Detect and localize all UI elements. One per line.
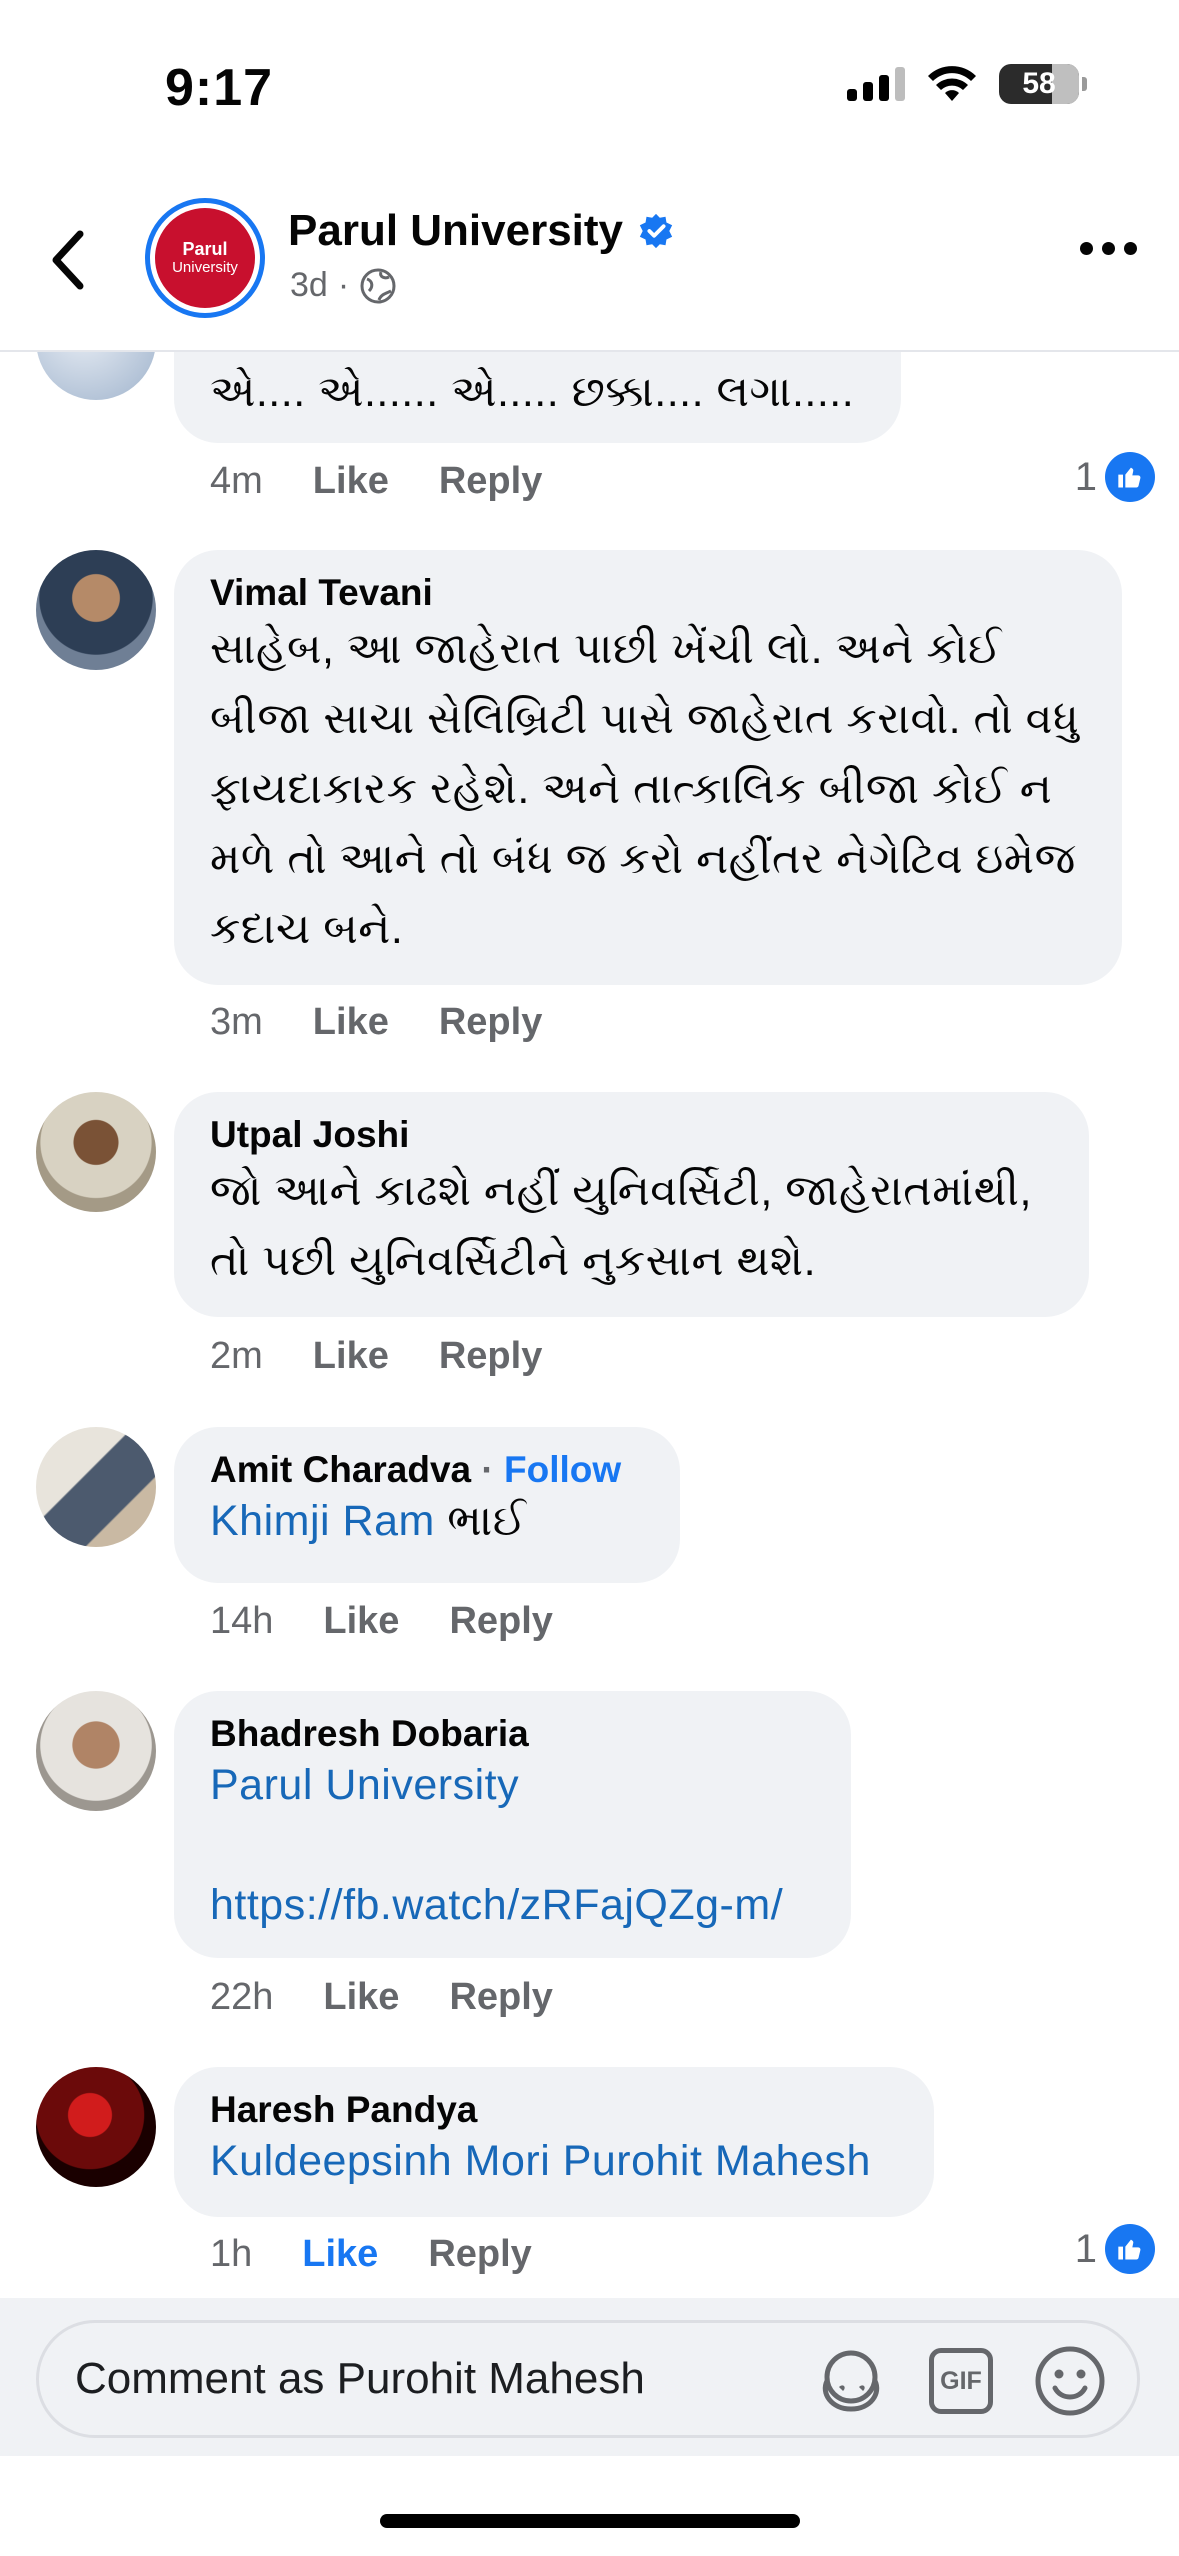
mention-link[interactable]: Khimji Ram — [210, 1497, 435, 1545]
comment-actions: 14h Like Reply — [210, 1600, 553, 1643]
commenter-avatar[interactable] — [36, 1427, 156, 1547]
back-arrow-icon[interactable] — [40, 220, 100, 300]
battery-icon: 58 — [999, 64, 1087, 104]
mention-link[interactable]: Kuldeepsinh Mori Purohit Mahesh — [210, 2137, 871, 2185]
status-bar: 9:17 58 — [0, 0, 1179, 170]
comment-time: 3m — [210, 1001, 263, 1043]
like-button[interactable]: Like — [313, 460, 389, 503]
comment-bubble[interactable]: Utpal Joshi જો આને કાઢશે નહીં યુનિવર્સિટ… — [174, 1092, 1089, 1317]
reply-button[interactable]: Reply — [439, 460, 542, 503]
comment-time: 1h — [210, 2233, 253, 2275]
reply-button[interactable]: Reply — [428, 2233, 531, 2276]
page-name-text: Parul University — [288, 206, 624, 255]
comment-text: સાહેબ, આ જાહેરાત પાછી ખેંચી લો. અને કોઈ … — [210, 625, 1080, 953]
url-link-text[interactable]: https://fb.watch/zRFajQZg-m/ — [210, 1881, 783, 1929]
like-button[interactable]: Like — [313, 1001, 389, 1044]
reaction-summary[interactable]: 1 — [1075, 2224, 1155, 2274]
comment-text: એ.... એ...... એ..... છક્કા.... લગા..... — [210, 368, 855, 416]
post-meta: 3d · — [290, 266, 397, 305]
commenter-avatar[interactable] — [36, 2067, 156, 2187]
status-icons: 58 — [847, 64, 1087, 104]
like-button[interactable]: Like — [323, 1600, 399, 1643]
comment-actions: 1h Like Reply — [210, 2233, 532, 2276]
comment-bubble[interactable]: Amit Charadva · Follow Khimji Ram ભાઈ — [174, 1427, 680, 1583]
like-button-active[interactable]: Like — [302, 2233, 378, 2276]
home-indicator[interactable] — [380, 2514, 800, 2528]
comment-text: Kuldeepsinh Mori Purohit Mahesh — [210, 2131, 898, 2191]
comment-composer-bar: Comment as Purohit Mahesh GIF — [0, 2298, 1179, 2456]
post-header: Parul University Parul University 3d · — [0, 170, 1179, 352]
gif-icon[interactable]: GIF — [929, 2348, 993, 2414]
reaction-summary[interactable]: 1 — [1075, 452, 1155, 502]
composer-icons: GIF — [813, 2343, 1107, 2419]
commenter-avatar[interactable] — [36, 1691, 156, 1811]
commenter-avatar[interactable] — [36, 1092, 156, 1212]
like-button[interactable]: Like — [313, 1335, 389, 1378]
globe-icon — [360, 268, 396, 303]
comment-time: 2m — [210, 1335, 263, 1377]
reaction-count: 1 — [1074, 454, 1097, 499]
comment-author[interactable]: Vimal Tevani — [210, 572, 1086, 614]
comment-text-suffix: ભાઈ — [434, 1497, 527, 1545]
verified-badge-icon — [639, 213, 673, 249]
bottom-safe-area — [0, 2456, 1179, 2556]
mention-link-text[interactable]: Parul University — [210, 1761, 519, 1809]
comment-time: 4m — [210, 460, 263, 502]
thumbs-up-icon — [1105, 2224, 1155, 2274]
comment-actions: 22h Like Reply — [210, 1976, 553, 2019]
more-options-icon[interactable] — [1080, 242, 1137, 255]
comment-time: 14h — [210, 1600, 274, 1642]
comment-input[interactable]: Comment as Purohit Mahesh GIF — [36, 2320, 1140, 2438]
reply-button[interactable]: Reply — [449, 1976, 552, 2019]
comment-author: Amit Charadva · Follow — [210, 1449, 644, 1491]
comment-author[interactable]: Bhadresh Dobaria — [210, 1713, 815, 1755]
mention-link: Parul University — [210, 1755, 815, 1815]
cellular-signal-icon — [847, 67, 905, 101]
reaction-count: 1 — [1074, 2226, 1097, 2271]
comment-bubble[interactable]: Haresh Pandya Kuldeepsinh Mori Purohit M… — [174, 2067, 934, 2217]
commenter-avatar[interactable] — [36, 550, 156, 670]
emoji-icon[interactable] — [1033, 2344, 1107, 2418]
comment-author[interactable]: Haresh Pandya — [210, 2089, 898, 2131]
comment-actions: 4m Like Reply — [210, 460, 542, 503]
comment-time: 22h — [210, 1976, 274, 2018]
status-time: 9:17 — [165, 59, 274, 117]
page-avatar[interactable]: Parul University — [145, 198, 265, 318]
logo-text-bottom: University — [172, 258, 238, 276]
battery-level: 58 — [1022, 67, 1056, 100]
follow-separator: · — [471, 1449, 505, 1490]
meta-separator: · — [337, 266, 350, 304]
post-age: 3d — [290, 266, 328, 304]
thumbs-up-icon — [1105, 452, 1155, 502]
avatar-sticker-icon[interactable] — [813, 2343, 889, 2419]
comment-input-placeholder: Comment as Purohit Mahesh — [75, 2354, 645, 2403]
page-name[interactable]: Parul University — [288, 206, 675, 256]
comment-actions: 2m Like Reply — [210, 1335, 542, 1378]
comment-bubble[interactable]: Bhadresh Dobaria Parul University https:… — [174, 1691, 851, 1958]
comment-text: જો આને કાઢશે નહીં યુનિવર્સિટી, જાહેરાતમા… — [210, 1167, 1032, 1285]
comment-text: Khimji Ram ભાઈ — [210, 1491, 644, 1551]
reply-button[interactable]: Reply — [449, 1600, 552, 1643]
url-link: https://fb.watch/zRFajQZg-m/ — [210, 1875, 815, 1935]
comment-author-name[interactable]: Amit Charadva — [210, 1449, 471, 1490]
wifi-icon — [928, 66, 976, 101]
comment-author[interactable]: Utpal Joshi — [210, 1114, 1053, 1156]
logo-text-top: Parul — [182, 238, 228, 259]
gif-icon-label: GIF — [940, 2366, 982, 2395]
like-button[interactable]: Like — [323, 1976, 399, 2019]
comment-bubble[interactable]: Vimal Tevani સાહેબ, આ જાહેરાત પાછી ખેંચી… — [174, 550, 1122, 985]
comment-actions: 3m Like Reply — [210, 1001, 542, 1044]
reply-button[interactable]: Reply — [439, 1335, 542, 1378]
page-logo: Parul University — [155, 208, 255, 308]
follow-button[interactable]: Follow — [504, 1449, 621, 1490]
reply-button[interactable]: Reply — [439, 1001, 542, 1044]
